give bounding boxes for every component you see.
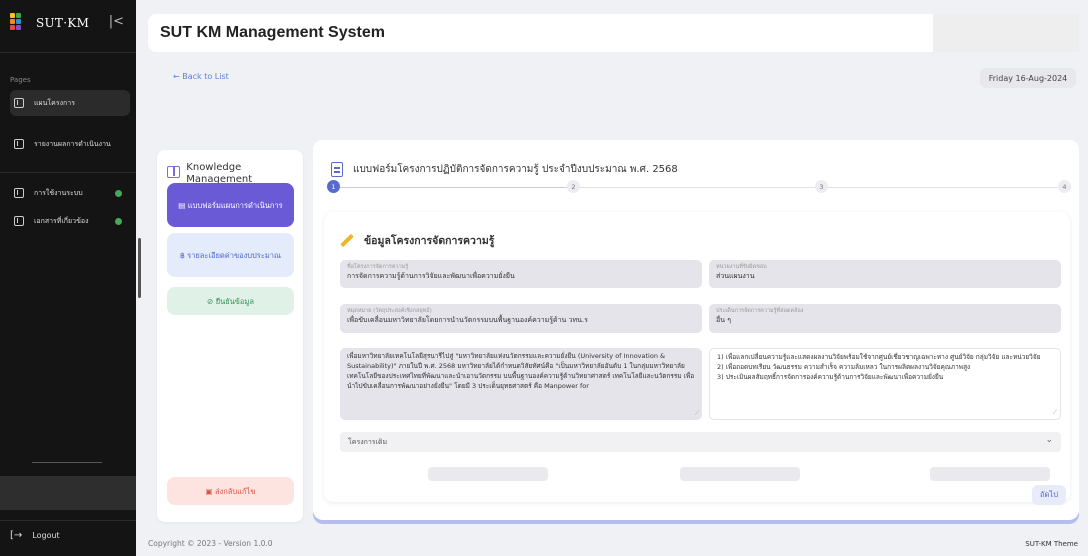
step-label: ฿ รายละเอียดค่าของบประมาณ	[180, 250, 281, 260]
sidebar-item-label: เอกสารที่เกี่ยวข้อง	[34, 216, 89, 225]
field-value: 1) เพื่อแลกเปลี่ยนความรู้และแสดงผลงานวิจ…	[717, 353, 1041, 381]
objective-field[interactable]: หมุดหมาย (วัตถุประสงค์เชิงกลยุทธ์) เพื่อ…	[340, 304, 702, 333]
previous-project-accordion[interactable]: โครงการเดิม ⌄	[340, 432, 1061, 452]
sidebar-divider	[0, 520, 136, 521]
sidebar: SUT·KM |< Pages แผนโครงการ รายงานผลการดำ…	[0, 0, 136, 556]
page-title: SUT KM Management System	[160, 24, 385, 41]
project-name-field[interactable]: ชื่อโครงการจัดการความรู้ การจัดการความรู…	[340, 260, 702, 288]
field-label: หมุดหมาย (วัตถุประสงค์เชิงกลยุทธ์)	[347, 308, 432, 314]
step-label: ▤ แบบฟอร์มแผนการดำเนินการ	[178, 200, 283, 210]
field-value: ส่วนแผนงาน	[716, 272, 755, 280]
sidebar-item-label: การใช้งานระบบ	[34, 188, 83, 197]
step-confirm-button[interactable]: ⊘ ยืนยันข้อมูล	[167, 287, 294, 315]
clipboard-icon	[331, 162, 343, 177]
book-icon	[167, 166, 181, 178]
unit-field[interactable]: หน่วยงานที่รับผิดชอบ ส่วนแผนงาน	[709, 260, 1061, 288]
back-to-list-link[interactable]: ← Back to List	[173, 72, 229, 81]
field-value: เพื่อมหาวิทยาลัยเทคโนโลยีสุรนารีไปสู่ "ม…	[347, 352, 695, 390]
section-title-text: ข้อมูลโครงการจัดการความรู้	[364, 235, 495, 247]
status-dot	[115, 189, 122, 197]
rationale-textarea[interactable]: เพื่อมหาวิทยาลัยเทคโนโลยีสุรนารีไปสู่ "ม…	[340, 348, 702, 420]
resize-handle-icon[interactable]: ⟋	[695, 410, 699, 418]
sidebar-user-block	[0, 476, 136, 510]
step-label: ▣ ส่งกลับแก้ไข	[205, 486, 256, 496]
grid-icon	[14, 188, 24, 198]
sidebar-item-documents[interactable]: เอกสารที่เกี่ยวข้อง	[10, 208, 130, 234]
steps-card: Knowledge Management ▤ แบบฟอร์มแผนการดำเ…	[157, 150, 303, 522]
field-value: เพื่อขับเคลื่อนมหาวิทยาลัยโดยการนำนวัตกร…	[347, 316, 588, 324]
partial-field[interactable]	[930, 467, 1050, 481]
copyright: Copyright © 2023 - Version 1.0.0	[148, 539, 273, 548]
step-budget-button[interactable]: ฿ รายละเอียดค่าของบประมาณ	[167, 233, 294, 277]
stepper: 1 2 3 4	[325, 180, 1071, 196]
form-title: แบบฟอร์มโครงการปฏิบัติการจัดการความรู้ ป…	[331, 162, 678, 177]
partial-field[interactable]	[680, 467, 800, 481]
app-header: SUT KM Management System	[148, 14, 933, 52]
theme-label: SUT-KM Theme	[1025, 540, 1078, 548]
more-fields-row	[340, 462, 1061, 492]
km-issue-field[interactable]: ประเด็นการจัดการความรู้ที่สอดคล้อง อื่น …	[709, 304, 1061, 333]
sidebar-item-report[interactable]: รายงานผลการดำเนินงาน	[10, 131, 130, 157]
return-for-edit-button[interactable]: ▣ ส่งกลับแก้ไข	[167, 477, 294, 505]
date-badge: Friday 16-Aug-2024	[980, 68, 1076, 88]
sidebar-item-label: แผนโครงการ	[34, 98, 75, 107]
project-info-card: ข้อมูลโครงการจัดการความรู้ ชื่อโครงการจั…	[324, 212, 1070, 502]
step-label: ⊘ ยืนยันข้อมูล	[207, 296, 254, 306]
brand-logo-icon	[10, 13, 30, 33]
stepper-dot[interactable]: 3	[815, 180, 828, 193]
pages-label: Pages	[10, 76, 31, 84]
logout-icon: [→	[10, 530, 23, 541]
accordion-label: โครงการเดิม	[348, 437, 388, 446]
report-icon	[14, 139, 24, 149]
form-title-text: แบบฟอร์มโครงการปฏิบัติการจัดการความรู้ ป…	[353, 164, 678, 175]
goals-textarea[interactable]: 1) เพื่อแลกเปลี่ยนความรู้และแสดงผลงานวิจ…	[709, 348, 1061, 420]
field-label: ประเด็นการจัดการความรู้ที่สอดคล้อง	[716, 308, 804, 314]
stepper-dot[interactable]: 2	[567, 180, 580, 193]
grid-icon	[14, 98, 24, 108]
download-icon	[14, 216, 24, 226]
sidebar-divider	[0, 172, 136, 173]
sidebar-item-label: รายงานผลการดำเนินงาน	[34, 139, 111, 148]
stepper-dot[interactable]: 1	[327, 180, 340, 193]
collapse-left-icon[interactable]: |<	[109, 14, 124, 29]
resize-handle-icon[interactable]: ⟋	[1053, 409, 1057, 417]
section-title: ข้อมูลโครงการจัดการความรู้	[340, 232, 494, 249]
sidebar-divider	[32, 462, 102, 463]
field-value: อื่น ๆ	[716, 316, 731, 324]
sidebar-divider	[0, 52, 136, 53]
sidebar-item-usage[interactable]: การใช้งานระบบ	[10, 180, 130, 206]
header-right-area	[933, 14, 1079, 52]
pencil-icon	[340, 234, 354, 248]
next-button[interactable]: ถัดไป	[1032, 485, 1066, 505]
brand[interactable]: SUT·KM	[10, 13, 89, 33]
field-label: หน่วยงานที่รับผิดชอบ	[716, 264, 767, 270]
chevron-down-icon: ⌄	[1045, 435, 1053, 445]
stepper-dot[interactable]: 4	[1058, 180, 1071, 193]
logout-button[interactable]: [→ Logout	[10, 530, 60, 541]
step-plan-form-button[interactable]: ▤ แบบฟอร์มแผนการดำเนินการ	[167, 183, 294, 227]
brand-name: SUT·KM	[36, 16, 90, 30]
field-label: ชื่อโครงการจัดการความรู้	[347, 264, 409, 270]
sidebar-item-project-plan[interactable]: แผนโครงการ	[10, 90, 130, 116]
field-value: การจัดการความรู้ด้านการวิจัยและพัฒนาเพื่…	[347, 272, 515, 280]
form-card: แบบฟอร์มโครงการปฏิบัติการจัดการความรู้ ป…	[313, 140, 1079, 520]
partial-field[interactable]	[428, 467, 548, 481]
status-dot	[115, 217, 122, 225]
stepper-progress	[340, 187, 575, 188]
logout-label: Logout	[32, 531, 60, 540]
sidebar-scrollbar[interactable]	[138, 238, 141, 298]
